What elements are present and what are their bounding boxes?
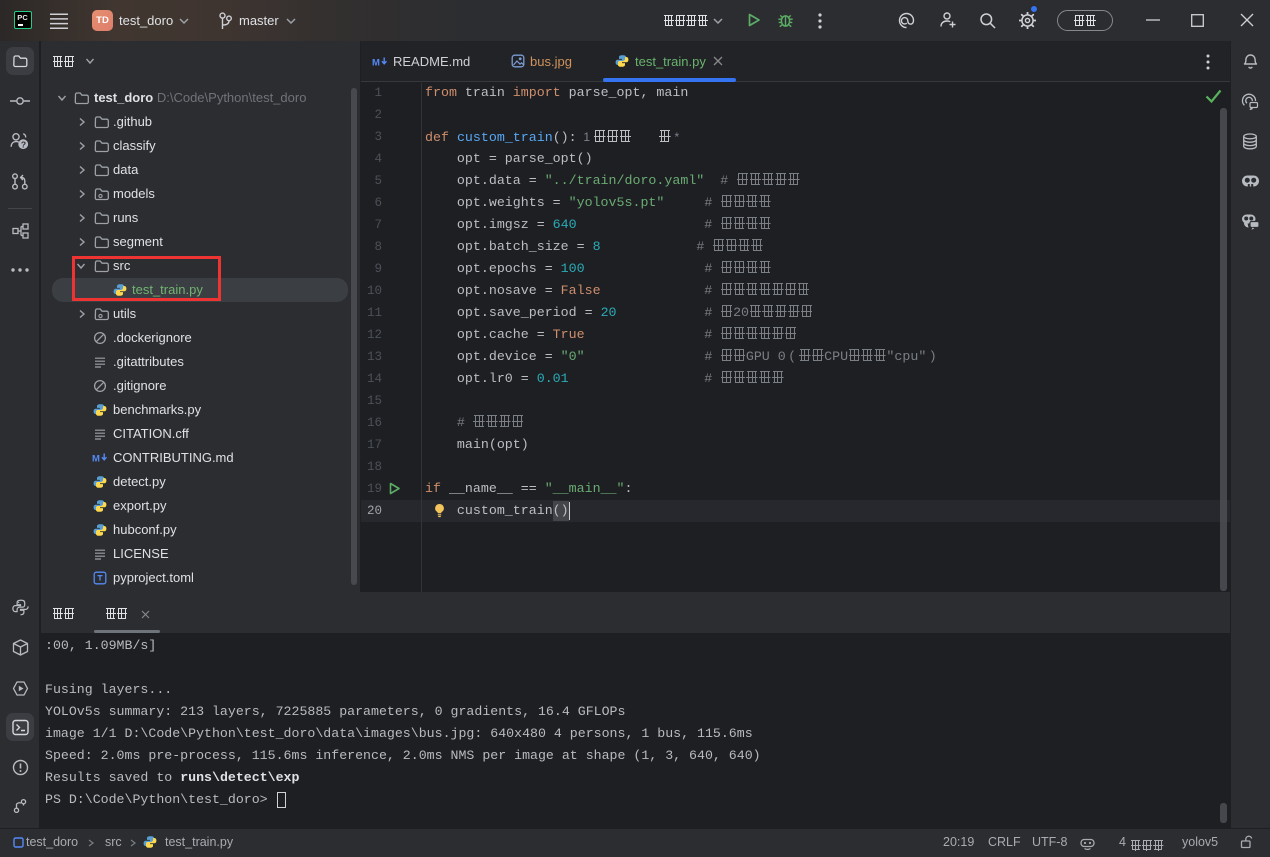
svg-text:M: M xyxy=(372,58,380,69)
svg-text:?: ? xyxy=(21,139,26,149)
svg-text:M: M xyxy=(92,454,100,465)
